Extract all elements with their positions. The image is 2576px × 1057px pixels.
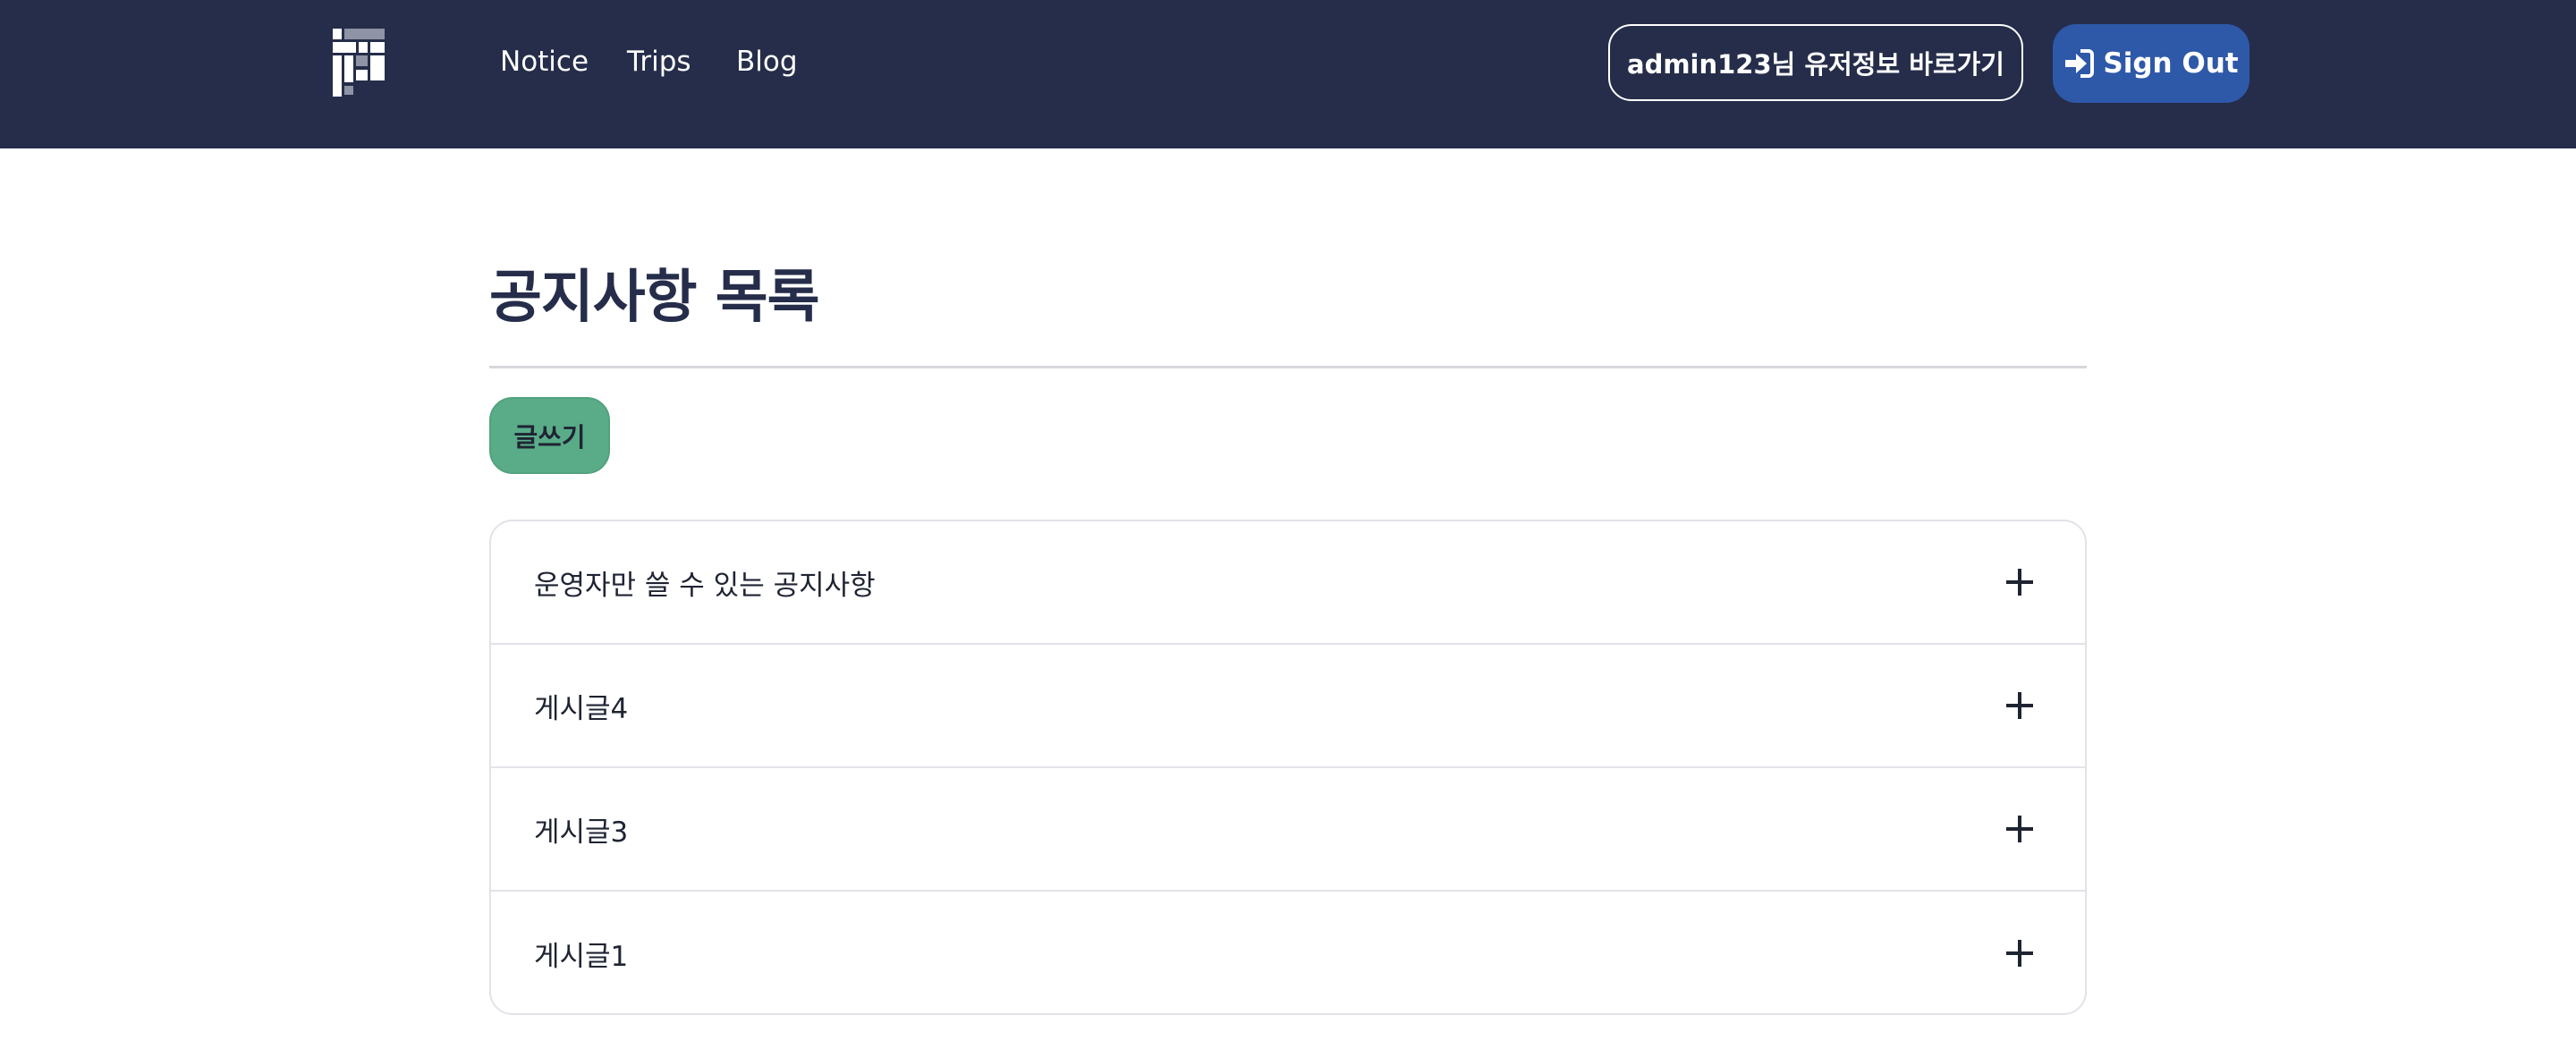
nav-link-notice[interactable]: Notice (500, 41, 589, 82)
nav-link-trips[interactable]: Trips (627, 41, 691, 82)
title-divider (489, 366, 2087, 368)
accordion-item[interactable]: 게시글4 (491, 645, 2085, 768)
accordion-item-title: 게시글4 (534, 692, 629, 725)
notice-accordion: 운영자만 쓸 수 있는 공지사항 게시글4 게시글3 게시글1 (489, 520, 2087, 1015)
sign-out-button-label: Sign Out (2103, 47, 2239, 80)
top-navbar: Notice Trips Blog admin123님 유저정보 바로가기 Si… (0, 0, 2576, 148)
user-info-button-label: admin123님 유저정보 바로가기 (1627, 49, 2004, 80)
plus-icon[interactable] (2006, 940, 2033, 967)
plus-icon[interactable] (2006, 816, 2033, 842)
accordion-item[interactable]: 게시글3 (491, 768, 2085, 892)
write-post-button[interactable]: 글쓰기 (489, 397, 610, 474)
accordion-item[interactable]: 게시글1 (491, 892, 2085, 1013)
sign-in-icon (2065, 49, 2095, 78)
accordion-item-title: 게시글3 (534, 816, 629, 849)
nav-link-blog[interactable]: Blog (736, 41, 798, 82)
brand-logo-icon[interactable] (331, 29, 386, 97)
accordion-item[interactable]: 운영자만 쓸 수 있는 공지사항 (491, 521, 2085, 645)
accordion-item-title: 게시글1 (534, 940, 629, 973)
user-info-button[interactable]: admin123님 유저정보 바로가기 (1608, 24, 2023, 101)
page-title: 공지사항 목록 (489, 265, 820, 331)
plus-icon[interactable] (2006, 692, 2033, 719)
plus-icon[interactable] (2006, 569, 2033, 596)
accordion-item-title: 운영자만 쓸 수 있는 공지사항 (534, 569, 876, 602)
write-post-button-label: 글쓰기 (513, 422, 586, 452)
sign-out-button[interactable]: Sign Out (2053, 24, 2250, 103)
